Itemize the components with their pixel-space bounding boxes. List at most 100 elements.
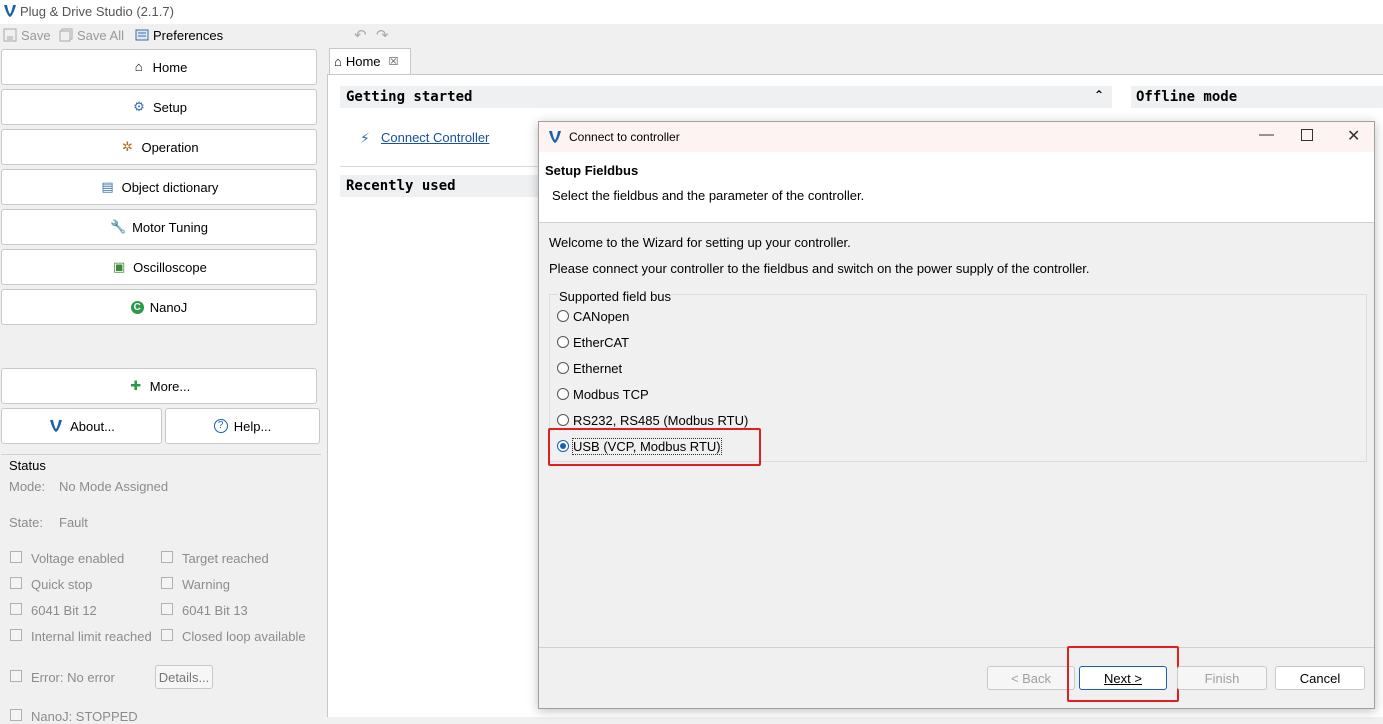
save-button[interactable]: Save bbox=[3, 27, 51, 43]
details-label: Details... bbox=[158, 669, 210, 685]
nav-operation-label: Operation bbox=[141, 139, 199, 155]
maximize-icon[interactable] bbox=[1301, 129, 1313, 141]
voltage-enabled-checkbox bbox=[10, 551, 22, 563]
usb-highlight-box bbox=[548, 428, 761, 466]
save-all-button[interactable]: Save All bbox=[59, 27, 124, 43]
nav-home-button[interactable]: ⌂ Home bbox=[1, 49, 317, 85]
radio-button[interactable] bbox=[557, 310, 569, 322]
home-tab-icon: ⌂ bbox=[334, 54, 342, 69]
home-icon: ⌂ bbox=[134, 59, 143, 74]
minimize-icon[interactable]: — bbox=[1259, 126, 1274, 143]
finish-button[interactable]: Finish bbox=[1177, 666, 1267, 690]
radio-canopen-label: CANopen bbox=[573, 308, 630, 324]
save-all-label: Save All bbox=[77, 27, 124, 43]
bit12-checkbox bbox=[10, 603, 22, 615]
status-title: Status bbox=[9, 458, 46, 473]
wrench-icon: 🔧 bbox=[110, 219, 127, 234]
redo-icon[interactable]: ↷ bbox=[376, 26, 389, 44]
status-panel: Status Mode: No Mode Assigned State: Fau… bbox=[1, 454, 321, 724]
nav-operation-button[interactable]: ✲ Operation bbox=[1, 129, 317, 165]
app-titlebar: Plug & Drive Studio (2.1.7) bbox=[0, 0, 1383, 24]
instructions-text: Please connect your controller to the fi… bbox=[549, 261, 1090, 276]
editor-tabstrip bbox=[327, 46, 1383, 75]
dialog-header-description: Select the fieldbus and the parameter of… bbox=[552, 188, 865, 203]
more-label: More... bbox=[149, 378, 191, 394]
radio-ethernet[interactable]: Ethernet bbox=[557, 359, 622, 377]
bit13-checkbox bbox=[161, 603, 173, 615]
warning-checkbox bbox=[161, 577, 173, 589]
preferences-icon bbox=[135, 29, 149, 41]
window-title: Plug & Drive Studio (2.1.7) bbox=[20, 4, 174, 19]
tab-home[interactable]: ⌂ Home ☒ bbox=[329, 48, 411, 74]
voltage-enabled-label: Voltage enabled bbox=[31, 551, 125, 566]
about-button[interactable]: About... bbox=[1, 408, 162, 444]
dialog-titlebar: Connect to controller — ✕ bbox=[539, 122, 1374, 152]
connect-icon: ⚡ bbox=[360, 130, 370, 146]
getting-started-header: Getting started ⌃ bbox=[340, 86, 1112, 108]
radio-ethercat[interactable]: EtherCAT bbox=[557, 333, 629, 351]
close-icon[interactable]: ✕ bbox=[1347, 126, 1360, 146]
main-toolbar: Save Save All Preferences ↶ ↷ bbox=[0, 24, 1383, 46]
save-label: Save bbox=[21, 27, 51, 43]
dialog-header: Setup Fieldbus Select the fieldbus and t… bbox=[539, 152, 1374, 223]
nav-home-label: Home bbox=[152, 59, 188, 75]
radio-modbus-tcp-label: Modbus TCP bbox=[573, 386, 649, 402]
radio-button[interactable] bbox=[557, 362, 569, 374]
fieldbus-group-label: Supported field bus bbox=[558, 289, 673, 304]
recently-used-header: Recently used bbox=[340, 175, 538, 197]
dialog-header-title: Setup Fieldbus bbox=[545, 163, 639, 178]
welcome-text: Welcome to the Wizard for setting up you… bbox=[549, 235, 851, 250]
target-reached-checkbox bbox=[161, 551, 173, 563]
radio-canopen[interactable]: CANopen bbox=[557, 307, 629, 325]
operation-icon: ✲ bbox=[122, 139, 133, 154]
nav-oscilloscope-label: Oscilloscope bbox=[133, 259, 207, 275]
radio-button[interactable] bbox=[557, 336, 569, 348]
nanoj-icon: C bbox=[130, 300, 144, 314]
error-label: Error: No error bbox=[31, 670, 115, 685]
radio-ethernet-label: Ethernet bbox=[573, 360, 623, 376]
getting-started-title: Getting started bbox=[346, 89, 473, 105]
radio-modbus-tcp[interactable]: Modbus TCP bbox=[557, 385, 649, 403]
close-tab-icon[interactable]: ☒ bbox=[389, 55, 399, 68]
details-button[interactable]: Details... bbox=[155, 665, 213, 689]
nav-setup-button[interactable]: ⚙ Setup bbox=[1, 89, 317, 125]
nav-motor-tuning-button[interactable]: 🔧 Motor Tuning bbox=[1, 209, 317, 245]
cancel-button[interactable]: Cancel bbox=[1275, 666, 1365, 690]
save-icon bbox=[3, 28, 17, 42]
recently-used-title: Recently used bbox=[346, 178, 456, 194]
cancel-label: Cancel bbox=[1299, 670, 1341, 686]
finish-label: Finish bbox=[1204, 670, 1240, 686]
help-button[interactable]: ? Help... bbox=[165, 408, 320, 444]
bit12-label: 6041 Bit 12 bbox=[31, 603, 97, 618]
nav-nanoj-button[interactable]: C NanoJ bbox=[1, 289, 317, 325]
connect-controller-link[interactable]: Connect Controller bbox=[381, 130, 489, 145]
back-button[interactable]: < Back bbox=[987, 666, 1075, 690]
mode-label: Mode: bbox=[9, 479, 46, 494]
nav-oscilloscope-button[interactable]: ▣ Oscilloscope bbox=[1, 249, 317, 285]
undo-icon[interactable]: ↶ bbox=[354, 26, 367, 44]
help-label: Help... bbox=[233, 418, 272, 434]
more-button[interactable]: ✚ More... bbox=[1, 368, 317, 404]
radio-rs232-rs485[interactable]: RS232, RS485 (Modbus RTU) bbox=[557, 411, 748, 429]
warning-label: Warning bbox=[182, 577, 230, 592]
radio-ethercat-label: EtherCAT bbox=[573, 334, 630, 350]
offline-mode-title: Offline mode bbox=[1136, 89, 1238, 105]
collapse-icon[interactable]: ⌃ bbox=[1094, 88, 1104, 102]
nav-setup-label: Setup bbox=[153, 99, 187, 115]
app-logo-icon bbox=[549, 131, 561, 143]
save-all-icon bbox=[59, 28, 73, 42]
help-icon: ? bbox=[213, 419, 228, 433]
internal-limit-checkbox bbox=[10, 629, 22, 641]
dialog-separator bbox=[539, 647, 1374, 648]
table-icon: ▤ bbox=[101, 179, 114, 194]
radio-rs232-label: RS232, RS485 (Modbus RTU) bbox=[573, 412, 749, 428]
radio-button[interactable] bbox=[557, 414, 569, 426]
nav-object-dictionary-button[interactable]: ▤ Object dictionary bbox=[1, 169, 317, 205]
preferences-button[interactable]: Preferences bbox=[135, 27, 223, 43]
connect-dialog: Connect to controller — ✕ Setup Fieldbus… bbox=[538, 121, 1375, 709]
radio-button[interactable] bbox=[557, 388, 569, 400]
nav-object-dictionary-label: Object dictionary bbox=[121, 179, 219, 195]
closed-loop-label: Closed loop available bbox=[182, 629, 306, 644]
internal-limit-label: Internal limit reached bbox=[31, 629, 152, 644]
error-checkbox bbox=[10, 670, 22, 682]
